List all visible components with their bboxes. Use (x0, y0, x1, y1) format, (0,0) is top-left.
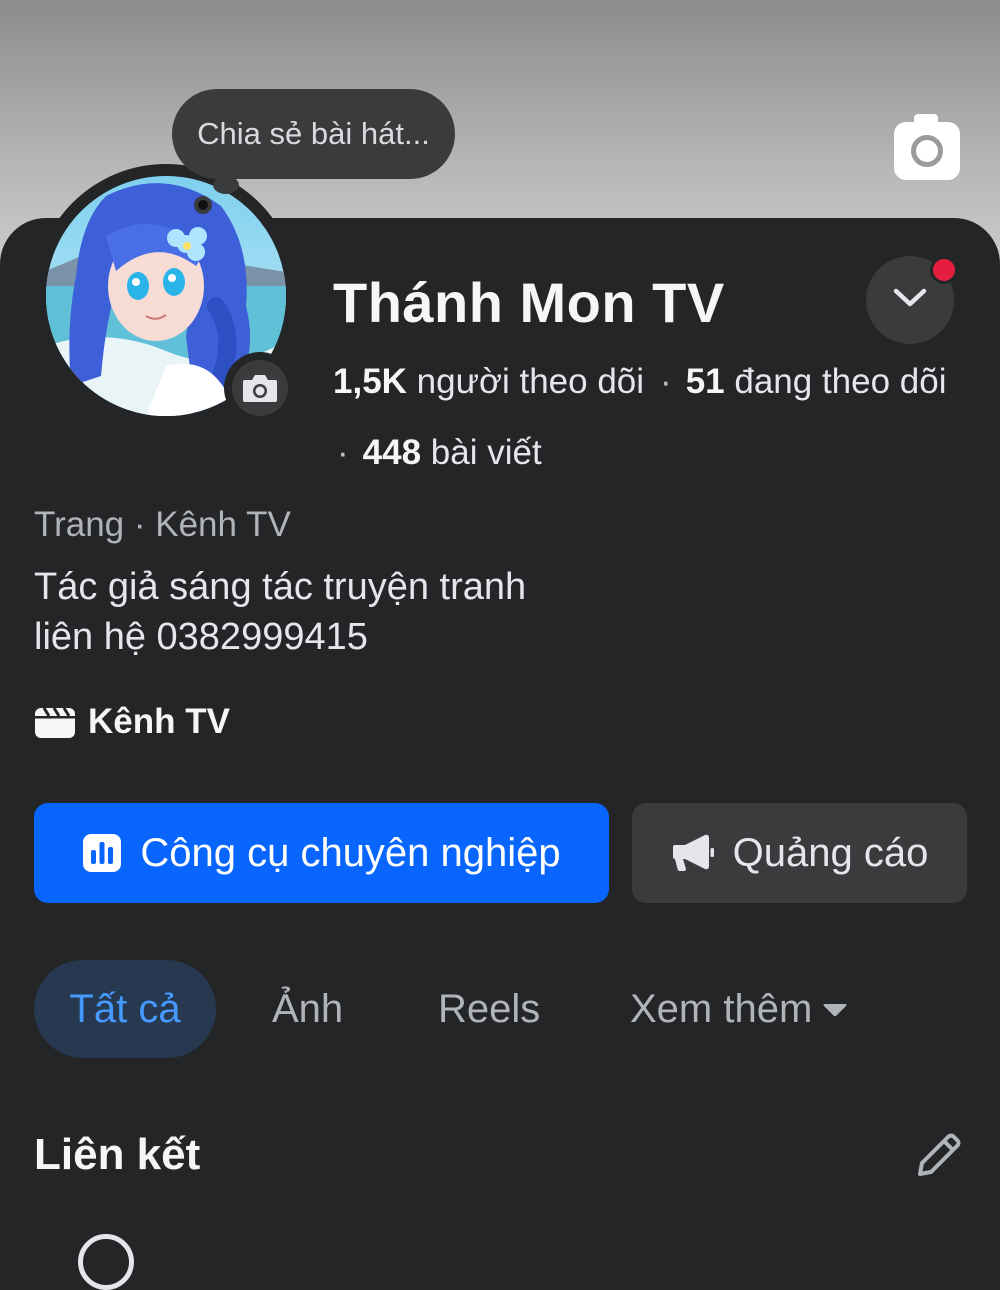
bubble-tail-dot (194, 196, 212, 214)
page-category: Trang · Kênh TV (34, 505, 291, 544)
tab-photos-label: Ảnh (272, 987, 344, 1031)
bar-chart-icon (82, 833, 122, 873)
followers-label[interactable]: người theo dõi (417, 362, 644, 401)
tab-reels[interactable]: Reels (438, 987, 540, 1032)
separator-dot: · (660, 362, 672, 401)
clapperboard-icon (34, 705, 76, 739)
pencil-icon[interactable] (912, 1130, 964, 1187)
tab-photos[interactable]: Ảnh (272, 987, 343, 1032)
notification-dot (930, 256, 958, 284)
tab-more[interactable]: Xem thêm (630, 987, 848, 1032)
following-label[interactable]: đang theo dõi (734, 362, 946, 401)
channel-label: Kênh TV (88, 702, 230, 741)
post-stats: · 448 bài viết (333, 433, 542, 473)
tab-more-label: Xem thêm (630, 987, 813, 1031)
status-note-bubble[interactable]: Chia sẻ bài hát... (172, 89, 455, 179)
follow-stats: 1,5K người theo dõi · 51 đang theo dõi (333, 362, 947, 402)
link-icon (78, 1234, 134, 1290)
ads-button[interactable]: Quảng cáo (632, 803, 967, 903)
channel-badge[interactable]: Kênh TV (34, 702, 230, 742)
cover-camera-icon[interactable] (894, 114, 960, 180)
ads-label: Quảng cáo (732, 830, 929, 875)
separator-dot: · (337, 433, 349, 472)
status-note-text: Chia sẻ bài hát... (197, 116, 430, 151)
bio-line[interactable]: liên hệ 0382999415 (34, 612, 526, 662)
bio-line: Tác giả sáng tác truyện tranh (34, 566, 527, 608)
posts-label: bài viết (430, 433, 542, 472)
bubble-tail (213, 176, 239, 194)
bio: Tác giả sáng tác truyện tranh liên hệ 03… (34, 562, 526, 662)
megaphone-icon (671, 833, 715, 873)
tab-all-label: Tất cả (69, 986, 181, 1031)
following-count[interactable]: 51 (686, 362, 725, 401)
page-title: Thánh Mon TV (333, 271, 725, 334)
links-section-title: Liên kết (34, 1130, 201, 1179)
tab-all[interactable]: Tất cả (34, 960, 216, 1058)
professional-tools-label: Công cụ chuyên nghiệp (140, 830, 561, 875)
camera-icon (232, 360, 288, 416)
professional-tools-button[interactable]: Công cụ chuyên nghiệp (34, 803, 609, 903)
tab-reels-label: Reels (438, 987, 541, 1031)
avatar-camera-button[interactable] (224, 352, 296, 424)
caret-down-icon (822, 1002, 848, 1018)
chevron-down-icon (893, 288, 927, 313)
posts-count: 448 (362, 433, 422, 472)
followers-count[interactable]: 1,5K (333, 362, 407, 401)
